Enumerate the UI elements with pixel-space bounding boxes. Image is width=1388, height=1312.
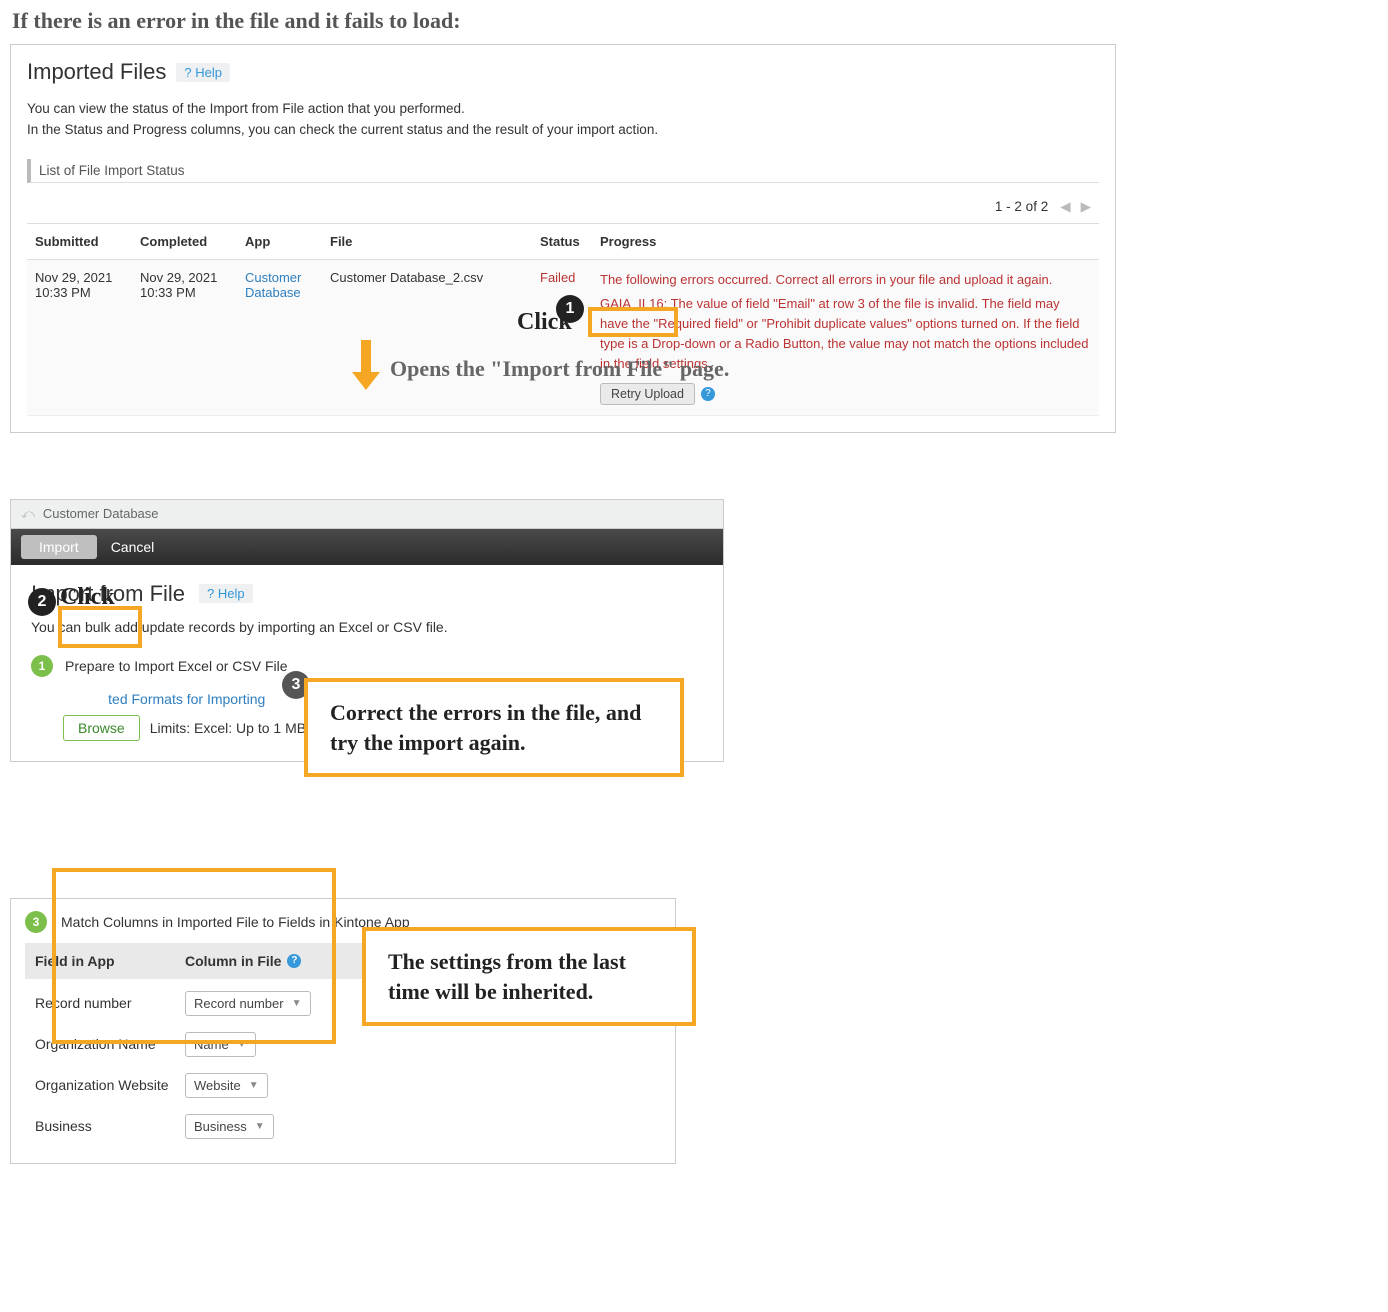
step-1-label: Prepare to Import Excel or CSV File — [65, 658, 288, 674]
help-icon[interactable]: ? — [701, 387, 715, 401]
step-3-label: Match Columns in Imported File to Fields… — [61, 914, 410, 930]
column-select[interactable]: Business ▼ — [185, 1114, 274, 1139]
chevron-down-icon: ▼ — [249, 1080, 259, 1091]
pager-next-icon[interactable]: ▶ — [1081, 199, 1091, 215]
import-button[interactable]: Import — [21, 535, 97, 559]
breadcrumb[interactable]: Customer Database — [43, 506, 159, 521]
col-completed: Completed — [132, 223, 237, 259]
cell-file: Customer Database_2.csv — [322, 259, 532, 415]
pager-text: 1 - 2 of 2 — [995, 199, 1048, 214]
instruction-settings-inherited: The settings from the last time will be … — [362, 927, 696, 1026]
table-row: Nov 29, 2021 10:33 PM Nov 29, 2021 10:33… — [27, 259, 1099, 415]
imported-files-desc-1: You can view the status of the Import fr… — [27, 99, 1099, 120]
progress-line-1: The following errors occurred. Correct a… — [600, 270, 1091, 290]
cell-completed: Nov 29, 2021 10:33 PM — [132, 259, 237, 415]
cell-submitted: Nov 29, 2021 10:33 PM — [27, 259, 132, 415]
mapping-row: BusinessBusiness ▼ — [35, 1106, 651, 1147]
col-status: Status — [532, 223, 592, 259]
opens-caption: Opens the "Import from File" page. — [390, 356, 729, 382]
import-from-file-desc: You can bulk add/update records by impor… — [31, 619, 703, 635]
col-submitted: Submitted — [27, 223, 132, 259]
cancel-link[interactable]: Cancel — [111, 539, 155, 555]
mapping-field-label: Organization Name — [35, 1036, 185, 1052]
status-badge: Failed — [540, 270, 575, 285]
col-app: App — [237, 223, 322, 259]
supported-formats-link[interactable]: ted Formats for Importing — [108, 691, 265, 707]
annotation-badge-2: 2 — [28, 588, 56, 616]
help-link[interactable]: ? Help — [176, 63, 230, 82]
column-select[interactable]: Name ▼ — [185, 1032, 256, 1057]
imported-files-desc-2: In the Status and Progress columns, you … — [27, 120, 1099, 141]
browse-button[interactable]: Browse — [63, 715, 140, 741]
col-file: File — [322, 223, 532, 259]
help-link[interactable]: ? Help — [199, 584, 253, 603]
mapping-row: Organization WebsiteWebsite ▼ — [35, 1065, 651, 1106]
retry-upload-button[interactable]: Retry Upload — [600, 383, 695, 405]
doc-heading: If there is an error in the file and it … — [0, 0, 1388, 40]
step-1-badge: 1 — [31, 655, 53, 677]
back-icon[interactable]: ⤺ — [21, 506, 35, 522]
mapping-field-label: Record number — [35, 995, 185, 1011]
click-label-2: Click — [60, 584, 115, 611]
column-select[interactable]: Website ▼ — [185, 1073, 268, 1098]
mapping-field-label: Business — [35, 1118, 185, 1134]
help-icon[interactable]: ? — [287, 954, 301, 968]
col-progress: Progress — [592, 223, 1099, 259]
pager-prev-icon[interactable]: ◀ — [1060, 199, 1070, 215]
list-heading: List of File Import Status — [27, 159, 1099, 183]
head-field-in-app: Field in App — [35, 953, 185, 969]
imported-files-title: Imported Files — [27, 59, 166, 85]
head-column-in-file: Column in File — [185, 953, 281, 969]
column-select[interactable]: Record number ▼ — [185, 991, 311, 1016]
click-label-1: Click — [517, 309, 572, 336]
chevron-down-icon: ▼ — [237, 1039, 247, 1050]
chevron-down-icon: ▼ — [292, 998, 302, 1009]
app-link[interactable]: Customer Database — [245, 270, 301, 300]
step-3-badge: 3 — [25, 911, 47, 933]
instruction-correct-errors: Correct the errors in the file, and try … — [304, 678, 684, 777]
mapping-field-label: Organization Website — [35, 1077, 185, 1093]
mapping-row: Organization NameName ▼ — [35, 1024, 651, 1065]
chevron-down-icon: ▼ — [255, 1121, 265, 1132]
